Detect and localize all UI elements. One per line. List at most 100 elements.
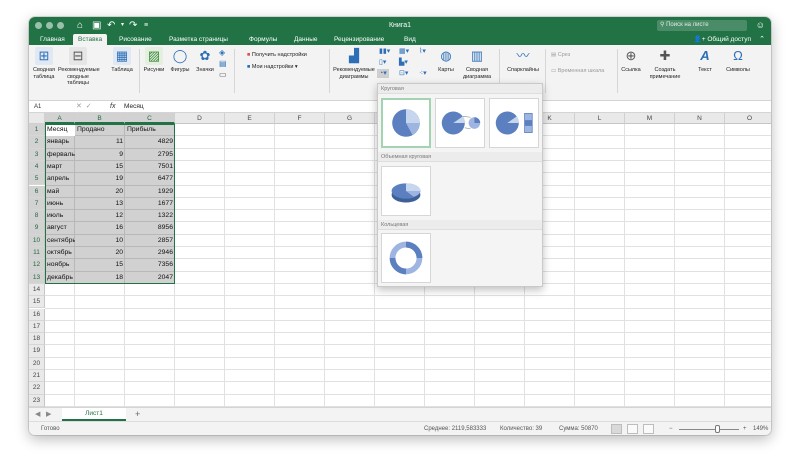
zoom-out-icon[interactable]: − (669, 422, 673, 435)
statistic-chart-icon[interactable]: ▯▾ (379, 58, 386, 67)
row-header[interactable]: 2 (29, 136, 45, 149)
next-sheet-icon[interactable]: ▶ (46, 408, 51, 421)
header-cell[interactable]: Месяц (45, 124, 75, 136)
row-header[interactable]: 17 (29, 320, 45, 334)
row-header[interactable]: 8 (29, 210, 45, 223)
tab-formulas[interactable]: Формулы (249, 34, 277, 45)
waterfall-chart-icon[interactable]: ▙▾ (399, 58, 408, 67)
shapes-button[interactable]: ◯ Фигуры (167, 47, 193, 74)
row-header[interactable]: 13 (29, 271, 45, 284)
row-header[interactable]: 5 (29, 173, 45, 186)
link-button[interactable]: ⊕ Ссылка (619, 47, 643, 74)
share-button[interactable]: 👤+ Общий доступ (694, 34, 751, 45)
row-header[interactable]: 23 (29, 394, 45, 407)
doughnut-option[interactable] (381, 233, 431, 283)
page-layout-view-button[interactable] (627, 424, 638, 434)
month-cell[interactable]: ферваль (45, 149, 75, 161)
row-header[interactable]: 7 (29, 197, 45, 211)
profit-cell[interactable]: 2946 (125, 247, 175, 259)
column-header[interactable]: B (75, 113, 125, 124)
month-cell[interactable]: июль (45, 210, 75, 222)
pie-chart-button[interactable]: ◔▾ (377, 69, 389, 78)
column-header[interactable]: N (675, 113, 725, 124)
row-header[interactable]: 18 (29, 333, 45, 346)
row-header[interactable]: 15 (29, 296, 45, 309)
row-header[interactable]: 14 (29, 283, 45, 297)
column-header[interactable]: M (625, 113, 675, 124)
formula-input[interactable]: Месяц (124, 101, 144, 113)
column-header[interactable]: C (125, 113, 175, 124)
line-chart-icon[interactable]: ⌇▾ (419, 47, 426, 56)
profit-cell[interactable]: 1322 (125, 210, 175, 222)
normal-view-button[interactable] (611, 424, 622, 434)
header-cell[interactable]: Продано (75, 124, 125, 136)
sold-cell[interactable]: 13 (75, 198, 125, 210)
user-icon[interactable]: ☺ (756, 18, 765, 33)
sold-cell[interactable]: 18 (75, 272, 125, 284)
screenshot-icon[interactable]: ▭ (219, 70, 227, 79)
maps-button[interactable]: ◍ Карты (435, 47, 457, 74)
tab-data[interactable]: Данные (294, 34, 317, 45)
row-header[interactable]: 3 (29, 148, 45, 161)
my-addins-button[interactable]: ■ Мои надстройки ▾ (247, 63, 298, 72)
sold-cell[interactable]: 20 (75, 186, 125, 198)
tab-review[interactable]: Рецензирование (334, 34, 384, 45)
row-header[interactable]: 4 (29, 160, 45, 174)
profit-cell[interactable]: 6477 (125, 173, 175, 185)
month-cell[interactable]: август (45, 222, 75, 234)
sold-cell[interactable]: 11 (75, 136, 125, 148)
profit-cell[interactable]: 7501 (125, 161, 175, 173)
symbols-button[interactable]: Ω Символы (723, 47, 753, 74)
sold-cell[interactable]: 10 (75, 235, 125, 247)
table-button[interactable]: ▦ Таблица (109, 47, 135, 74)
combo-chart-icon[interactable]: ⊡▾ (399, 69, 408, 78)
pivot-chart-button[interactable]: ▥ Сводная диаграмма (459, 47, 495, 80)
profit-cell[interactable]: 2047 (125, 272, 175, 284)
row-header[interactable]: 20 (29, 357, 45, 370)
row-header[interactable]: 6 (29, 185, 45, 198)
tab-page-layout[interactable]: Разметка страницы (169, 34, 228, 45)
page-break-view-button[interactable] (643, 424, 654, 434)
row-header[interactable]: 21 (29, 370, 45, 383)
function-icon[interactable]: fx (110, 101, 115, 113)
column-header[interactable]: A (45, 113, 75, 124)
row-header[interactable]: 11 (29, 247, 45, 260)
month-cell[interactable]: июнь (45, 198, 75, 210)
row-header[interactable]: 22 (29, 382, 45, 395)
column-header[interactable]: E (225, 113, 275, 124)
icons-button[interactable]: ✿ Значки (192, 47, 218, 74)
zoom-slider[interactable] (679, 425, 739, 433)
text-button[interactable]: A Текст (693, 47, 717, 74)
sparklines-button[interactable]: 〰 Спарклайны (503, 47, 543, 74)
month-cell[interactable]: октябрь (45, 247, 75, 259)
month-cell[interactable]: сентябрь (45, 235, 75, 247)
profit-cell[interactable]: 4829 (125, 136, 175, 148)
name-box[interactable]: A1 (32, 102, 72, 112)
timeline-button[interactable]: ▭ Временная шкала (551, 67, 604, 76)
profit-cell[interactable]: 1677 (125, 198, 175, 210)
month-cell[interactable]: декабрь (45, 272, 75, 284)
prev-sheet-icon[interactable]: ◀ (35, 408, 40, 421)
sold-cell[interactable]: 15 (75, 161, 125, 173)
bar-of-pie-option[interactable] (489, 98, 539, 148)
row-header[interactable]: 19 (29, 345, 45, 358)
3d-models-icon[interactable]: ◈ (219, 48, 225, 57)
tab-draw[interactable]: Рисование (119, 34, 152, 45)
3d-pie-option[interactable] (381, 166, 431, 216)
header-cell[interactable]: Прибыль (125, 124, 175, 136)
new-comment-button[interactable]: ✚ Создать примечание (647, 47, 683, 80)
month-cell[interactable]: январь (45, 136, 75, 148)
column-header[interactable]: F (275, 113, 325, 124)
tab-home[interactable]: Главная (40, 34, 65, 45)
sold-cell[interactable]: 20 (75, 247, 125, 259)
scatter-chart-icon[interactable]: ⁖▾ (419, 69, 427, 78)
pivot-table-button[interactable]: ⊞ Сводная таблица (32, 47, 56, 80)
column-header[interactable]: O (725, 113, 771, 124)
get-addins-button[interactable]: ■ Получить надстройки (247, 51, 307, 60)
smartart-icon[interactable]: ▤ (219, 59, 227, 68)
confirm-icon[interactable]: ✓ (86, 103, 92, 110)
tab-insert[interactable]: Вставка (73, 34, 108, 45)
pie-of-pie-option[interactable] (435, 98, 485, 148)
profit-cell[interactable]: 2857 (125, 235, 175, 247)
row-header[interactable]: 1 (29, 124, 45, 137)
